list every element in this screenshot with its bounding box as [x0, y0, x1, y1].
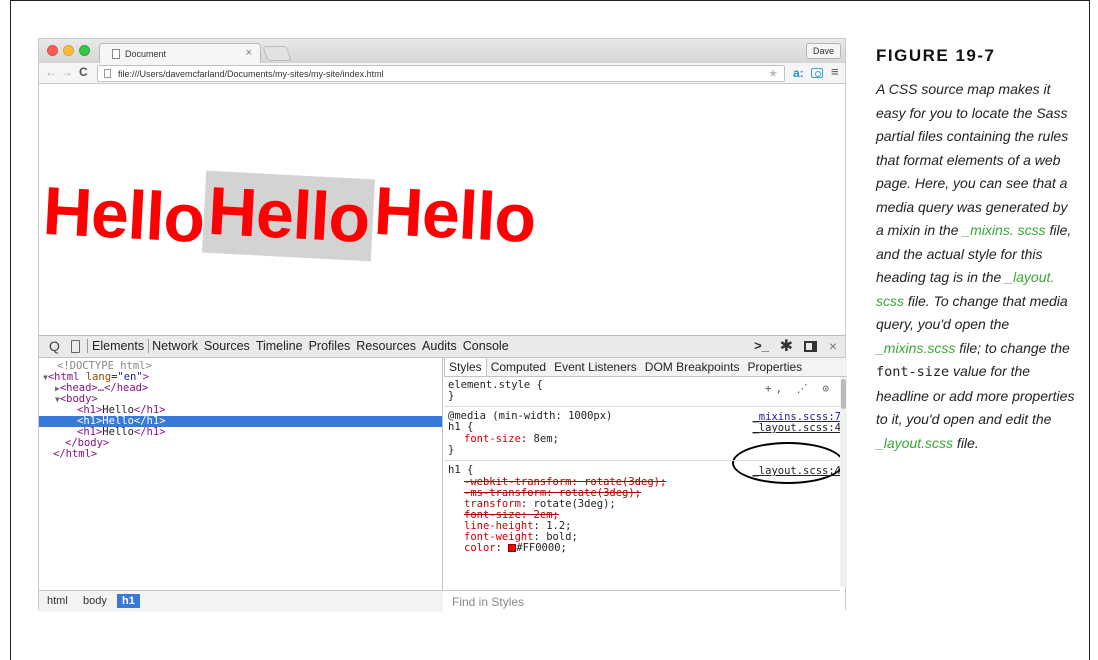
dom-html-close[interactable]: </html> [39, 449, 442, 460]
page-viewport: Hello Hello Hello [39, 85, 845, 335]
browser-tab[interactable]: Document × [99, 43, 261, 63]
tab-properties[interactable]: Properties [743, 358, 806, 376]
caption-filename: _layout.scss [876, 434, 954, 451]
tab-console[interactable]: Console [460, 339, 512, 353]
styles-scrollbar[interactable] [840, 377, 847, 587]
styles-pane: Styles Computed Event Listeners DOM Brea… [444, 358, 847, 612]
tab-strip: Document × Dave [39, 39, 845, 63]
tab-styles[interactable]: Styles [444, 358, 487, 376]
new-rule-icons[interactable]: +, ⋰ ⊙ [765, 382, 833, 395]
heading-hello: Hello [41, 172, 207, 258]
breadcrumb: html body h1 [39, 590, 443, 612]
caption-text: file; to change the [955, 339, 1070, 356]
tab-timeline[interactable]: Timeline [253, 339, 306, 353]
heading-hello: Hello [371, 172, 537, 258]
find-in-styles-input[interactable]: Find in Styles [444, 590, 840, 612]
bookmark-star-icon[interactable]: ★ [768, 67, 778, 80]
tab-event-listeners[interactable]: Event Listeners [550, 358, 641, 376]
element-style-selector[interactable]: element.style { [448, 380, 543, 391]
address-bar[interactable]: file:///Users/davemcfarland/Documents/my… [97, 65, 785, 82]
caption-code: font-size [876, 364, 950, 380]
profile-button[interactable]: Dave [805, 43, 841, 59]
forward-arrow-icon[interactable]: → [61, 65, 73, 79]
tab-audits[interactable]: Audits [419, 339, 460, 353]
property-value: : 8em; [520, 433, 559, 445]
caption-text: A CSS source map makes it easy for you t… [876, 81, 1069, 238]
devtools-tabs: Elements Network Sources Timeline Profil… [87, 339, 512, 353]
tab-network[interactable]: Network [149, 339, 201, 353]
tab-computed[interactable]: Computed [487, 358, 550, 376]
html-close-tag: </html> [53, 448, 98, 460]
dom-body-close[interactable]: </body> [39, 438, 442, 449]
tab-elements[interactable]: Elements [87, 339, 150, 353]
browser-toolbar: ← → C file:///Users/davemcfarland/Docume… [39, 63, 845, 84]
camera-extension-icon[interactable] [811, 68, 823, 78]
zoom-window-icon[interactable] [79, 45, 90, 56]
figure-caption: A CSS source map makes it easy for you t… [876, 78, 1076, 455]
h1-close-tag: </h1> [133, 426, 166, 438]
device-mode-icon[interactable] [71, 340, 80, 353]
caption-text: file. To change that media query, you'd … [876, 292, 1068, 333]
tab-dom-breakpoints[interactable]: DOM Breakpoints [641, 358, 744, 376]
css-declaration[interactable]: color: #FF0000; [448, 543, 567, 554]
crumb-html[interactable]: html [47, 595, 68, 607]
gear-icon[interactable]: ✱ [780, 336, 793, 356]
sidebar-tabs: Styles Computed Event Listeners DOM Brea… [444, 358, 847, 377]
close-icon[interactable]: × [829, 338, 837, 354]
hamburger-menu-icon[interactable]: ≡ [831, 64, 839, 79]
figure-label: FIGURE 19-7 [876, 46, 996, 65]
inspect-search-icon[interactable]: Q [49, 338, 60, 354]
caption-text: file. [953, 434, 979, 451]
property-name: color [464, 542, 496, 554]
url-text[interactable]: file:///Users/davemcfarland/Documents/my… [118, 69, 384, 79]
tab-profiles[interactable]: Profiles [306, 339, 354, 353]
devtools-panel: Q Elements Network Sources Timeline Prof… [39, 335, 847, 612]
callout-oval [732, 442, 844, 484]
minimize-window-icon[interactable] [63, 45, 74, 56]
dom-head[interactable]: ▶<head>…</head> [39, 383, 442, 394]
rule-close-brace: } [448, 390, 455, 402]
layout-source-link[interactable]: _layout.scss:4 [752, 465, 841, 477]
h1-selector[interactable]: h1 { [448, 422, 473, 433]
heading-row: Hello Hello Hello [41, 170, 537, 261]
rule-close-brace: } [448, 444, 455, 456]
console-drawer-icon[interactable]: >_ [754, 338, 769, 353]
crumb-body[interactable]: body [83, 595, 107, 607]
back-arrow-icon[interactable]: ← [45, 65, 57, 79]
reload-icon[interactable]: C [79, 65, 88, 79]
tab-sources[interactable]: Sources [201, 339, 253, 353]
elements-tree: <!DOCTYPE html> ▼<html lang="en"> ▶<head… [39, 358, 443, 590]
new-tab-button[interactable] [262, 46, 292, 61]
browser-window: Document × Dave ← → C file:///Users/dave… [38, 38, 847, 612]
dock-side-icon[interactable] [804, 341, 817, 352]
amazon-extension-icon[interactable]: a: [793, 66, 804, 80]
property-name: font-size [464, 433, 521, 445]
caption-filename: _mixins.scss [876, 339, 956, 356]
rule-divider [444, 406, 840, 407]
scroll-thumb[interactable] [841, 379, 846, 409]
caption-filename: _mixins. scss [962, 222, 1046, 238]
crumb-h1[interactable]: h1 [117, 594, 140, 608]
devtools-toolbar: Q Elements Network Sources Timeline Prof… [39, 336, 845, 358]
h1-selector[interactable]: h1 { [448, 465, 473, 476]
tab-close-icon[interactable]: × [246, 47, 252, 59]
page-icon [104, 69, 111, 78]
document-icon [112, 49, 120, 59]
tab-resources[interactable]: Resources [353, 339, 419, 353]
rule-divider [444, 460, 840, 461]
css-declaration[interactable]: font-size: 8em; [448, 434, 559, 445]
heading-hello-selected: Hello [202, 170, 376, 261]
property-value: #FF0000; [516, 542, 567, 554]
layout-source-link[interactable]: _layout.scss:4 [752, 422, 841, 434]
close-window-icon[interactable] [47, 45, 58, 56]
tab-title: Document [125, 49, 167, 59]
